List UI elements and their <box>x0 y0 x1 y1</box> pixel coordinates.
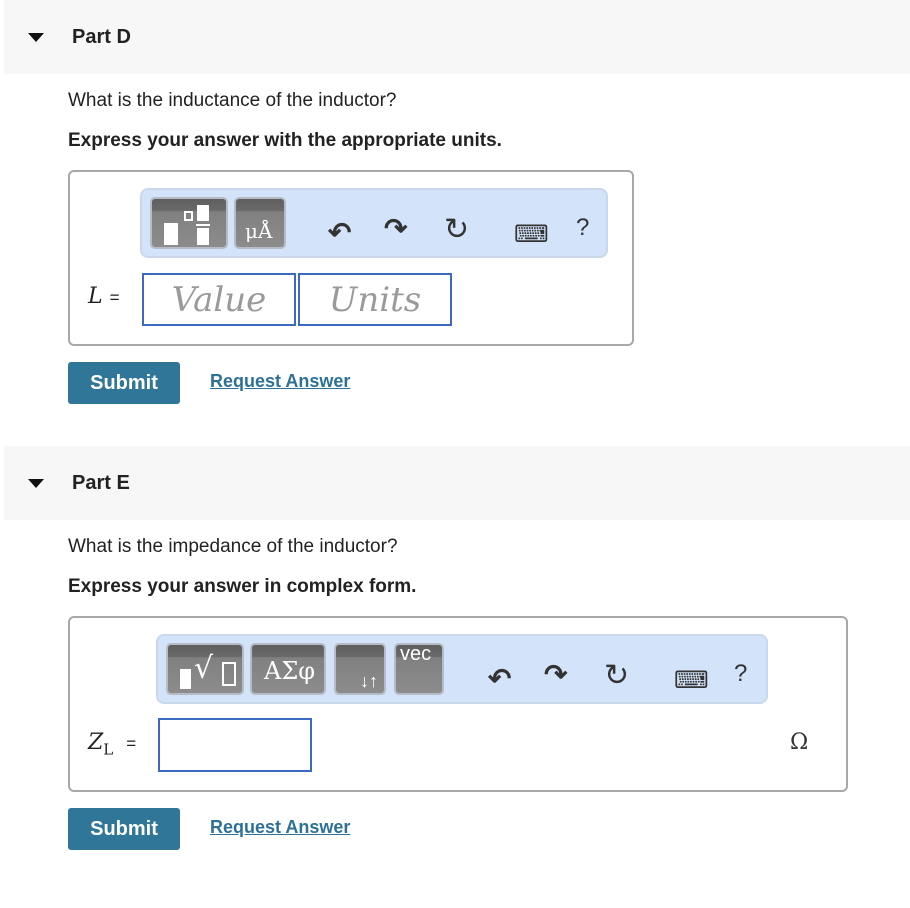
request-answer-link[interactable]: Request Answer <box>210 371 350 392</box>
arrows-button[interactable]: ↓↑ <box>334 643 386 695</box>
collapse-caret-icon[interactable] <box>28 32 44 42</box>
answer-box: μÅ ↶ ↷ ↻ ⌨ ? L = <box>68 170 634 346</box>
request-answer-link[interactable]: Request Answer <box>210 817 350 838</box>
help-icon[interactable]: ? <box>576 214 589 242</box>
collapse-caret-icon[interactable] <box>28 478 44 488</box>
variable-symbol: L <box>88 284 103 309</box>
units-button[interactable]: μÅ <box>234 197 286 249</box>
value-input[interactable] <box>142 273 296 326</box>
root-symbol-icon: √ <box>194 651 214 686</box>
variable-symbol: Z <box>88 730 104 755</box>
submit-button[interactable]: Submit <box>68 362 180 404</box>
greek-button[interactable]: ΑΣφ <box>250 643 326 695</box>
part-title: Part E <box>72 471 130 494</box>
vector-icon: vec <box>400 643 432 665</box>
reset-icon[interactable]: ↻ <box>604 658 629 693</box>
help-icon[interactable]: ? <box>734 660 747 688</box>
variable-label: L = <box>88 284 120 309</box>
question-text: What is the inductance of the inductor? <box>68 90 397 111</box>
redo-icon[interactable]: ↷ <box>544 658 567 691</box>
templates-button[interactable]: √ <box>166 643 244 695</box>
arrows-icon: ↓↑ <box>360 671 378 691</box>
question-text: What is the impedance of the inductor? <box>68 536 398 557</box>
instruction-text: Express your answer in complex form. <box>68 576 417 597</box>
variable-subscript: L <box>103 740 114 759</box>
part-e-header[interactable]: Part E <box>4 446 910 520</box>
part-d-header[interactable]: Part D <box>4 0 910 74</box>
math-toolbar: √ ΑΣφ ↓↑ vec ↶ ↷ ↻ ⌨ ? <box>156 634 768 704</box>
undo-icon[interactable]: ↶ <box>488 662 511 695</box>
vector-button[interactable]: vec <box>394 643 444 695</box>
keyboard-icon[interactable]: ⌨ <box>514 220 549 249</box>
ohm-unit-label: Ω <box>790 730 809 755</box>
units-input[interactable] <box>298 273 452 326</box>
instruction-text: Express your answer with the appropriate… <box>68 130 502 151</box>
templates-button[interactable] <box>150 197 228 249</box>
root-templates-icon <box>180 669 191 689</box>
math-toolbar: μÅ ↶ ↷ ↻ ⌨ ? <box>140 188 608 258</box>
keyboard-icon[interactable]: ⌨ <box>674 666 709 695</box>
equals-sign: = <box>109 288 120 307</box>
redo-icon[interactable]: ↷ <box>384 212 407 245</box>
greek-letters-icon: ΑΣφ <box>264 657 316 685</box>
submit-button[interactable]: Submit <box>68 808 180 850</box>
box-icon <box>222 662 236 686</box>
impedance-input[interactable] <box>158 718 312 772</box>
part-title: Part D <box>72 25 131 48</box>
answer-box: √ ΑΣφ ↓↑ vec ↶ ↷ ↻ ⌨ ? ZL = Ω <box>68 616 848 792</box>
units-icon: μÅ <box>245 219 273 243</box>
reset-icon[interactable]: ↻ <box>444 212 469 247</box>
variable-label: ZL = <box>88 730 136 758</box>
equals-sign: = <box>126 734 137 753</box>
undo-icon[interactable]: ↶ <box>328 216 351 249</box>
